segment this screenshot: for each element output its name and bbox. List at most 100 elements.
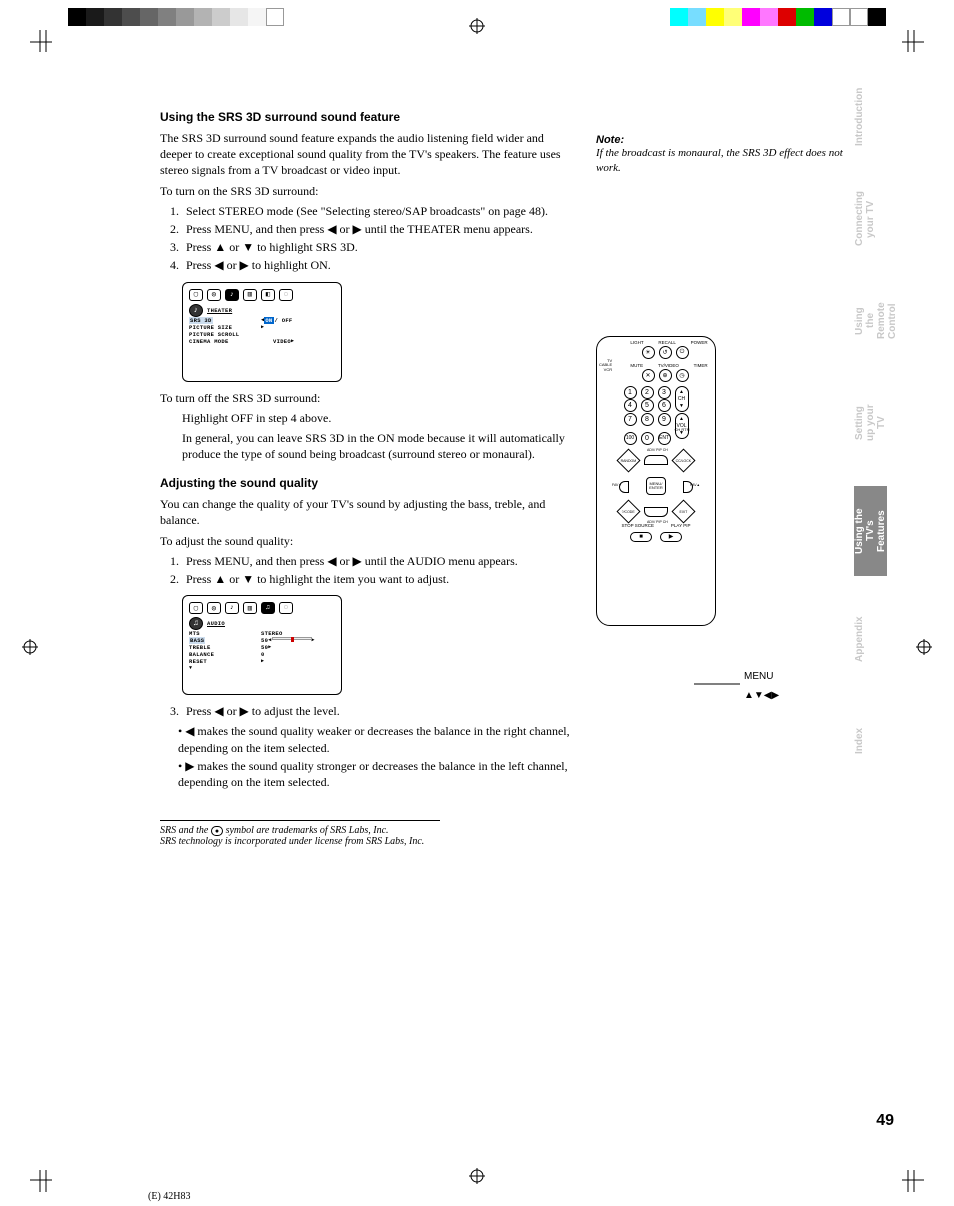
body-text: To turn on the SRS 3D surround: [160, 183, 570, 199]
osd-value: 0 [261, 651, 265, 658]
osd-category-icon: ♪ [189, 304, 203, 317]
up-arrow-button [644, 455, 668, 465]
osd-value: 50 [261, 644, 268, 651]
cclock-button: CC/LOCK [671, 448, 695, 472]
osd-alt: / OFF [275, 317, 293, 324]
down-arrow-button [644, 507, 668, 517]
step: Select STEREO mode (See "Selecting stere… [182, 203, 570, 219]
registration-mark-left [22, 639, 38, 659]
body-text: To turn off the SRS 3D surround: [160, 390, 570, 406]
osd-title: THEATER [207, 301, 341, 314]
color-bar-right [670, 8, 886, 26]
osd-tab-icon: ◧ [261, 289, 275, 301]
body-text: You can change the quality of your TV's … [160, 496, 570, 528]
bullet: ▶ makes the sound quality stronger or de… [178, 758, 570, 790]
printer-marks [0, 0, 954, 50]
random-button: RANDOM [616, 448, 640, 472]
osd-item: SRS 3D [189, 317, 213, 324]
osd-audio-menu: ▢ ◎ ♪ ▥ ♫ ◌ ♫ AUDIO MTSSTEREO BASS50◀▶ T… [182, 595, 342, 695]
play-button-icon: ▶ [660, 532, 682, 542]
number-button: 2 [641, 386, 654, 399]
number-button: 4 [624, 399, 637, 412]
number-button: 9 [658, 413, 671, 426]
stop-button-icon: ■ [630, 532, 652, 542]
slider-icon [272, 637, 312, 640]
light-button-icon: ☀ [642, 346, 655, 359]
osd-tab-icon: ♪ [225, 289, 239, 301]
osd-value: ON [264, 317, 273, 324]
registration-mark-bottom [469, 1168, 485, 1188]
osd-item: PICTURE SIZE [189, 324, 261, 331]
heading-sound-quality: Adjusting the sound quality [160, 476, 570, 490]
osd-value: VIDEO [273, 338, 291, 345]
osd-tab-icon: ♪ [225, 602, 239, 614]
osd-item: BASS [189, 637, 205, 644]
step: Press ▲ or ▼ to highlight the item you w… [182, 571, 570, 587]
step: Press ▲ or ▼ to highlight SRS 3D. [182, 239, 570, 255]
callout-menu: MENU [744, 671, 773, 682]
number-button: 3 [658, 386, 671, 399]
body-text: The SRS 3D surround sound feature expand… [160, 130, 570, 179]
note-heading: Note: [596, 134, 860, 146]
color-bar-left [68, 8, 284, 26]
number-button: 5 [641, 399, 654, 412]
footnote: SRS and the ● symbol are trademarks of S… [160, 820, 440, 847]
callout-line [694, 678, 744, 690]
osd-tab-icon: ▢ [189, 602, 203, 614]
tvvideo-button-icon: ⊕ [659, 369, 672, 382]
number-button: 7 [624, 413, 637, 426]
osd-value: 50 [261, 637, 268, 644]
device-selector: TVCABLEVCR [599, 359, 612, 373]
number-button: 8 [641, 413, 654, 426]
mute-button-icon: ✕ [642, 369, 655, 382]
osd-tab-icon: ♫ [261, 602, 275, 614]
osd-tab-icon: ◎ [207, 602, 221, 614]
timer-button-icon: ◷ [676, 369, 689, 382]
osd-value: STEREO [261, 630, 283, 637]
body-text: In general, you can leave SRS 3D in the … [182, 430, 570, 462]
osd-tab-icon: ▥ [243, 602, 257, 614]
osd-theater-menu: ▢ ◎ ♪ ▥ ◧ ◌ ♪ THEATER SRS 3D◀ON/ OFF PIC… [182, 282, 342, 382]
dpad-icon: RANDOM CC/LOCK ?/CODE EXIT ADV/ PIP CH A… [617, 449, 695, 523]
number-button: 100 [624, 432, 637, 445]
osd-item: MTS [189, 630, 261, 637]
note-text: If the broadcast is monaural, the SRS 3D… [596, 146, 860, 176]
osd-item: BALANCE [189, 651, 261, 658]
osd-item: CINEMA MODE [189, 338, 261, 345]
osd-item: RESET [189, 658, 261, 665]
menu-enter-button: MENU/ ENTER [646, 477, 666, 495]
section-tabs: Introduction Connecting your TV Using th… [854, 78, 902, 804]
tab-remote: Using the Remote Control [854, 282, 898, 360]
body-text: Highlight OFF in step 4 above. [182, 410, 570, 426]
body-text: To adjust the sound quality: [160, 533, 570, 549]
crop-mark [902, 1150, 944, 1196]
bullet: ◀ makes the sound quality weaker or decr… [178, 723, 570, 755]
crop-mark [902, 30, 944, 76]
osd-category-icon: ♫ [189, 617, 203, 630]
osd-tab-icon: ▢ [189, 289, 203, 301]
crop-mark [10, 30, 52, 76]
step: Press MENU, and then press ◀ or ▶ until … [182, 553, 570, 569]
osd-tab-icon: ◌ [279, 602, 293, 614]
osd-title: AUDIO [207, 614, 341, 627]
remote-diagram: LIGHTRECALLPOWER ☀↺⏻ TVCABLEVCR MUTETV/V… [596, 336, 716, 626]
registration-mark-right [916, 639, 932, 659]
osd-item: TREBLE [189, 644, 261, 651]
crop-mark [10, 1150, 52, 1196]
osd-tab-icon: ◌ [279, 289, 293, 301]
exit-button: EXIT [671, 499, 695, 523]
callout-arrows: ▲▼◀▶ [744, 690, 779, 701]
step: Press ◀ or ▶ to highlight ON. [182, 257, 570, 273]
recall-button-icon: ↺ [659, 346, 672, 359]
heading-srs3d: Using the SRS 3D surround sound feature [160, 110, 570, 124]
step: Press ◀ or ▶ to adjust the level. [182, 703, 570, 719]
registration-mark-top [469, 18, 485, 38]
osd-tab-icon: ◎ [207, 289, 221, 301]
osd-tab-icon: ▥ [243, 289, 257, 301]
code-button: ?/CODE [616, 499, 640, 523]
ent-button: ENT [658, 432, 671, 445]
number-button: 6 [658, 399, 671, 412]
power-button-icon: ⏻ [676, 346, 689, 359]
page-number: 49 [876, 1112, 894, 1130]
model-number: (E) 42H83 [148, 1191, 191, 1202]
